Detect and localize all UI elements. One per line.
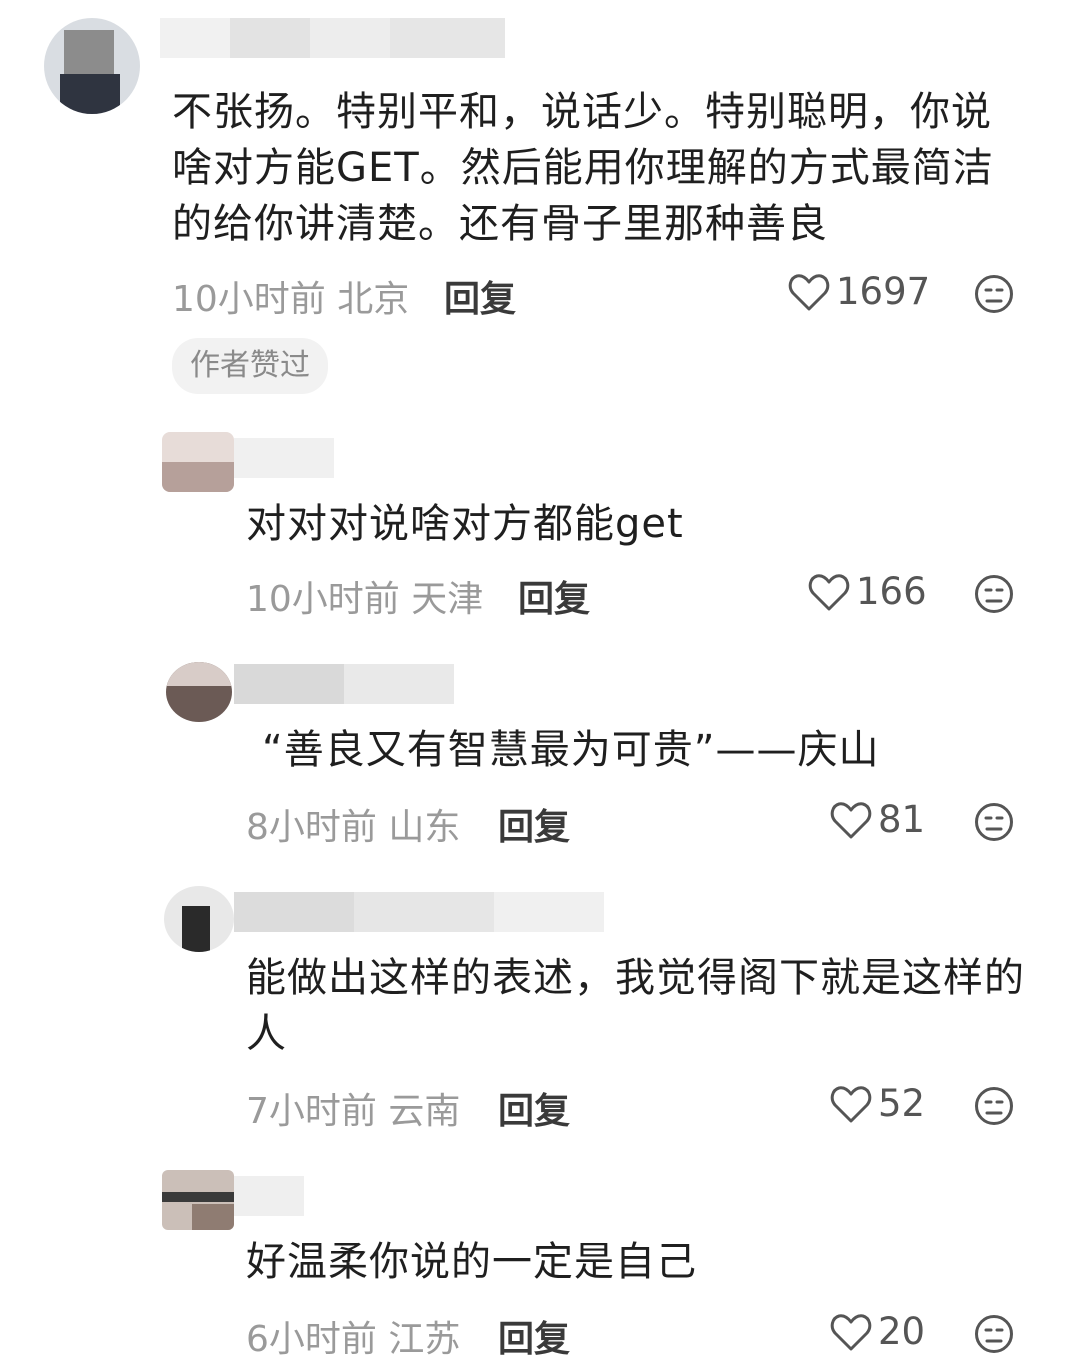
- comment-meta: 10小时前 北京: [172, 270, 409, 322]
- meh-face-icon[interactable]: [974, 274, 1014, 314]
- comment-time: 8小时前: [246, 807, 377, 848]
- comment-time: 10小时前: [172, 279, 326, 320]
- avatar[interactable]: [164, 886, 234, 952]
- reply-button[interactable]: 回复: [444, 270, 516, 322]
- like-button[interactable]: 166: [808, 570, 927, 613]
- comment-location: 天津: [411, 579, 484, 620]
- comment-meta: 8小时前 山东: [246, 798, 460, 850]
- username-blurred[interactable]: [160, 18, 505, 58]
- username-blurred[interactable]: [234, 438, 334, 478]
- author-liked-badge: 作者赞过: [172, 338, 328, 394]
- comment-text: 好温柔你说的一定是自己: [246, 1239, 697, 1285]
- reply-button[interactable]: 回复: [498, 1310, 570, 1362]
- meh-face-icon[interactable]: [974, 802, 1014, 842]
- meh-face-icon[interactable]: [974, 574, 1014, 614]
- username-blurred[interactable]: [234, 664, 454, 704]
- like-count: 1697: [836, 270, 931, 313]
- comment-location: 北京: [337, 279, 410, 320]
- like-button[interactable]: 1697: [788, 270, 930, 313]
- comment-text: 不张扬。特别平和，说话少。特别聪明，你说啥对方能GET。然后能用你理解的方式最简…: [172, 89, 994, 247]
- heart-outline-icon: [830, 1313, 872, 1350]
- username-blurred[interactable]: [234, 1176, 304, 1216]
- like-count: 166: [856, 570, 927, 613]
- comment-time: 7小时前: [246, 1091, 377, 1132]
- comment-time: 6小时前: [246, 1319, 377, 1360]
- heart-outline-icon: [830, 801, 872, 838]
- reply-button[interactable]: 回复: [498, 1082, 570, 1134]
- comment-meta: 6小时前 江苏: [246, 1310, 460, 1362]
- comment-location: 江苏: [388, 1319, 461, 1360]
- comment-time: 10小时前: [246, 579, 400, 620]
- comment-meta: 10小时前 天津: [246, 570, 483, 622]
- comment-location: 云南: [388, 1091, 461, 1132]
- heart-outline-icon: [788, 273, 830, 310]
- comment-location: 山东: [388, 807, 461, 848]
- like-button[interactable]: 52: [830, 1082, 925, 1125]
- like-count: 20: [878, 1310, 926, 1353]
- meh-face-icon[interactable]: [974, 1086, 1014, 1126]
- meh-face-icon[interactable]: [974, 1314, 1014, 1354]
- like-button[interactable]: 20: [830, 1310, 925, 1353]
- avatar[interactable]: [162, 432, 234, 492]
- comment-text: 能做出这样的表述，我觉得阁下就是这样的人: [246, 955, 1025, 1057]
- reply-button[interactable]: 回复: [518, 570, 590, 622]
- avatar[interactable]: [44, 18, 140, 114]
- username-blurred[interactable]: [234, 892, 604, 932]
- comment-text: 对对对说啥对方都能get: [246, 501, 684, 547]
- like-count: 81: [878, 798, 926, 841]
- like-button[interactable]: 81: [830, 798, 925, 841]
- reply-button[interactable]: 回复: [498, 798, 570, 850]
- avatar[interactable]: [162, 1170, 234, 1230]
- like-count: 52: [878, 1082, 926, 1125]
- heart-outline-icon: [808, 573, 850, 610]
- comment-meta: 7小时前 云南: [246, 1082, 460, 1134]
- avatar[interactable]: [166, 662, 232, 722]
- heart-outline-icon: [830, 1085, 872, 1122]
- comment-text: “善良又有智慧最为可贵”——庆山: [262, 727, 880, 773]
